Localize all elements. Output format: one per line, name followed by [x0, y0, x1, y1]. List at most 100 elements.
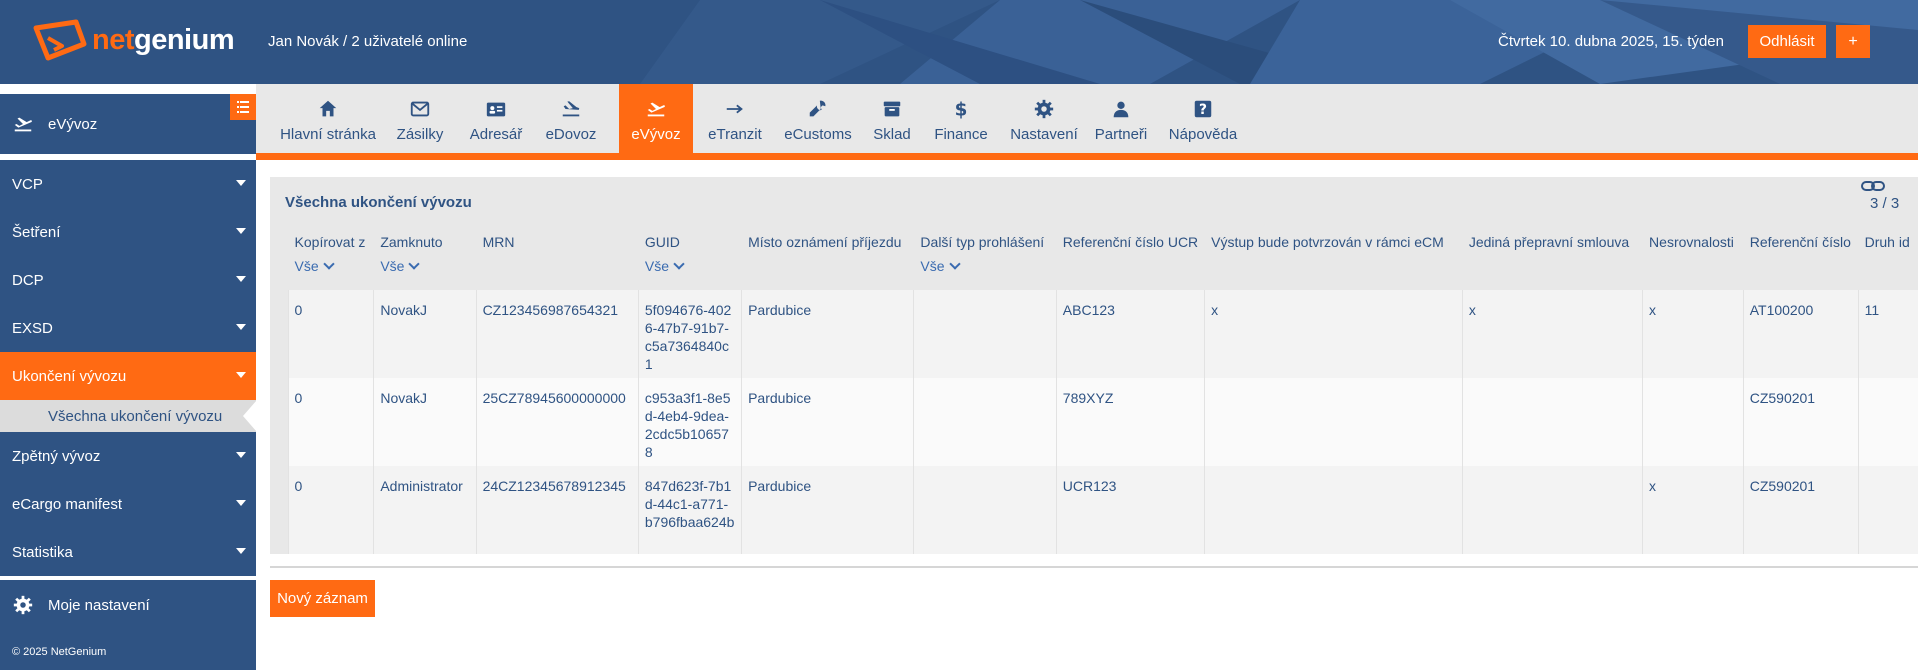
column-filter-dropdown[interactable]: Vše — [295, 258, 368, 274]
sidebar-toggle-button[interactable] — [230, 94, 256, 120]
caret-down-icon — [236, 324, 246, 330]
svg-text:$: $ — [955, 99, 968, 120]
table-cell: 11 — [1857, 290, 1918, 378]
nav-item-evyvoz[interactable]: eVývoz — [619, 84, 693, 154]
sidebar-item-statistika[interactable]: Statistika — [0, 528, 256, 576]
nav-item-home[interactable]: Hlavní stránka — [276, 84, 380, 154]
caret-down-icon — [236, 372, 246, 378]
nav-item-napoveda[interactable]: ? Nápověda — [1166, 84, 1240, 154]
table-cell: CZ590201 — [1742, 378, 1859, 466]
nav-item-nastaveni[interactable]: Nastavení — [1008, 84, 1080, 154]
user-online-info[interactable]: Jan Novák / 2 uživatelé online — [268, 33, 467, 50]
table-row[interactable]: 0 Administrator 24CZ12345678912345 847d6… — [270, 466, 1918, 554]
nav-item-zasilky[interactable]: Zásilky — [390, 84, 450, 154]
add-button[interactable]: + — [1836, 25, 1870, 58]
sidebar-item-exsd[interactable]: EXSD — [0, 304, 256, 352]
column-header[interactable]: Referenční číslo — [1742, 225, 1859, 290]
table-cell — [913, 466, 1057, 554]
table-cell: x — [1642, 466, 1744, 554]
table-cell — [913, 378, 1057, 466]
row-gutter — [270, 378, 289, 466]
nav-item-adresar[interactable]: Adresář — [464, 84, 528, 154]
table-cell: Pardubice — [741, 378, 914, 466]
logo-text: netgenium — [92, 23, 235, 56]
plane-arrival-icon — [562, 101, 580, 117]
user-icon — [1113, 101, 1129, 118]
row-gutter — [270, 466, 289, 554]
table-cell: 0 — [287, 290, 374, 378]
sidebar-item-vcp[interactable]: VCP — [0, 160, 256, 208]
netgenium-logo[interactable]: netgenium — [32, 18, 235, 62]
caret-down-icon — [236, 548, 246, 554]
table-cell: c953a3f1-8e5d-4eb4-9dea-2cdc5b106578 — [637, 378, 742, 466]
gear-icon — [13, 595, 33, 615]
column-header[interactable]: Kopírovat z Vše — [287, 225, 374, 290]
column-header[interactable]: Zamknuto Vše — [373, 225, 477, 290]
archive-icon — [883, 101, 901, 117]
nav-item-etranzit[interactable]: eTranzit — [702, 84, 768, 154]
column-header[interactable]: Jediná přepravní smlouva — [1461, 225, 1643, 290]
table-cell — [1857, 466, 1918, 554]
panel-title: Všechna ukončení vývozu — [285, 194, 472, 211]
column-header[interactable]: Referenční číslo UCR — [1055, 225, 1205, 290]
link-icon[interactable] — [1860, 177, 1886, 195]
logo-mark-icon — [33, 19, 87, 61]
svg-text:?: ? — [1199, 102, 1207, 118]
sidebar-my-settings[interactable]: Moje nastavení — [0, 580, 256, 630]
nav-item-ecustoms[interactable]: eCustoms — [780, 84, 856, 154]
table-cell — [1204, 466, 1463, 554]
sidebar-item-setreni[interactable]: Šetření — [0, 208, 256, 256]
table-row[interactable]: 0 NovakJ CZ123456987654321 5f094676-4026… — [270, 290, 1918, 378]
caret-down-icon — [236, 500, 246, 506]
main-navigation: Hlavní stránka Zásilky Adresář eDovoz eV… — [256, 84, 1918, 154]
table-cell: x — [1642, 290, 1744, 378]
logout-button[interactable]: Odhlásit — [1748, 25, 1826, 58]
column-header[interactable]: Místo oznámení příjezdu — [741, 225, 914, 290]
sidebar-item-zpetny-vyvoz[interactable]: Zpětný vývoz — [0, 432, 256, 480]
row-gutter-header — [270, 225, 289, 290]
nav-item-sklad[interactable]: Sklad — [868, 84, 916, 154]
table-cell: CZ123456987654321 — [475, 290, 639, 378]
dollar-icon: $ — [955, 99, 968, 120]
table-cell: 847d623f-7b1d-44c1-a771-b796fbaa624b — [637, 466, 742, 554]
column-filter-dropdown[interactable]: Vše — [920, 258, 1049, 274]
table-cell: Administrator — [373, 466, 477, 554]
column-header[interactable]: MRN — [475, 225, 639, 290]
nav-item-edovoz[interactable]: eDovoz — [540, 84, 602, 154]
record-count: 3 / 3 — [1870, 195, 1900, 212]
column-filter-dropdown[interactable]: Vše — [380, 258, 469, 274]
envelope-icon — [410, 101, 430, 117]
nav-item-partneri[interactable]: Partneři — [1090, 84, 1152, 154]
column-header[interactable]: Nesrovnalosti — [1642, 225, 1744, 290]
table-cell: CZ590201 — [1742, 466, 1859, 554]
sidebar-item-ecargo-manifest[interactable]: eCargo manifest — [0, 480, 256, 528]
new-record-button[interactable]: Nový záznam — [270, 580, 375, 617]
list-icon — [237, 101, 249, 113]
table-bottom-border — [270, 566, 1918, 568]
table-cell: x — [1204, 290, 1463, 378]
table-cell: Pardubice — [741, 466, 914, 554]
column-header[interactable]: Výstup bude potvrzován v rámci eCM — [1204, 225, 1463, 290]
gear-icon — [1034, 99, 1054, 119]
caret-down-icon — [236, 276, 246, 282]
column-header[interactable]: Druh id — [1857, 225, 1918, 290]
table-cell — [1642, 378, 1744, 466]
column-header[interactable]: GUID Vše — [637, 225, 742, 290]
app-header: netgenium Jan Novák / 2 uživatelé online… — [0, 0, 1918, 84]
caret-down-icon — [236, 228, 246, 234]
table-cell: Pardubice — [741, 290, 914, 378]
sidebar-subitem-vsechna-ukonceni[interactable]: Všechna ukončení vývozu — [0, 400, 257, 432]
question-icon: ? — [1194, 100, 1212, 118]
table-row[interactable]: 0 NovakJ 25CZ78945600000000 c953a3f1-8e5… — [270, 378, 1918, 466]
caret-down-icon — [236, 180, 246, 186]
current-date-info: Čtvrtek 10. dubna 2025, 15. týden — [1498, 33, 1724, 50]
sidebar-module-header[interactable]: eVývoz — [0, 94, 256, 154]
column-filter-dropdown[interactable]: Vše — [645, 258, 735, 274]
id-card-icon — [486, 102, 506, 117]
table-cell: 789XYZ — [1055, 378, 1205, 466]
table-cell — [913, 290, 1057, 378]
sidebar-item-dcp[interactable]: DCP — [0, 256, 256, 304]
column-header[interactable]: Další typ prohlášení Vše — [913, 225, 1057, 290]
nav-item-finance[interactable]: $ Finance — [929, 84, 993, 154]
sidebar-item-ukonceni-vyvozu[interactable]: Ukončení vývozu — [0, 352, 256, 400]
